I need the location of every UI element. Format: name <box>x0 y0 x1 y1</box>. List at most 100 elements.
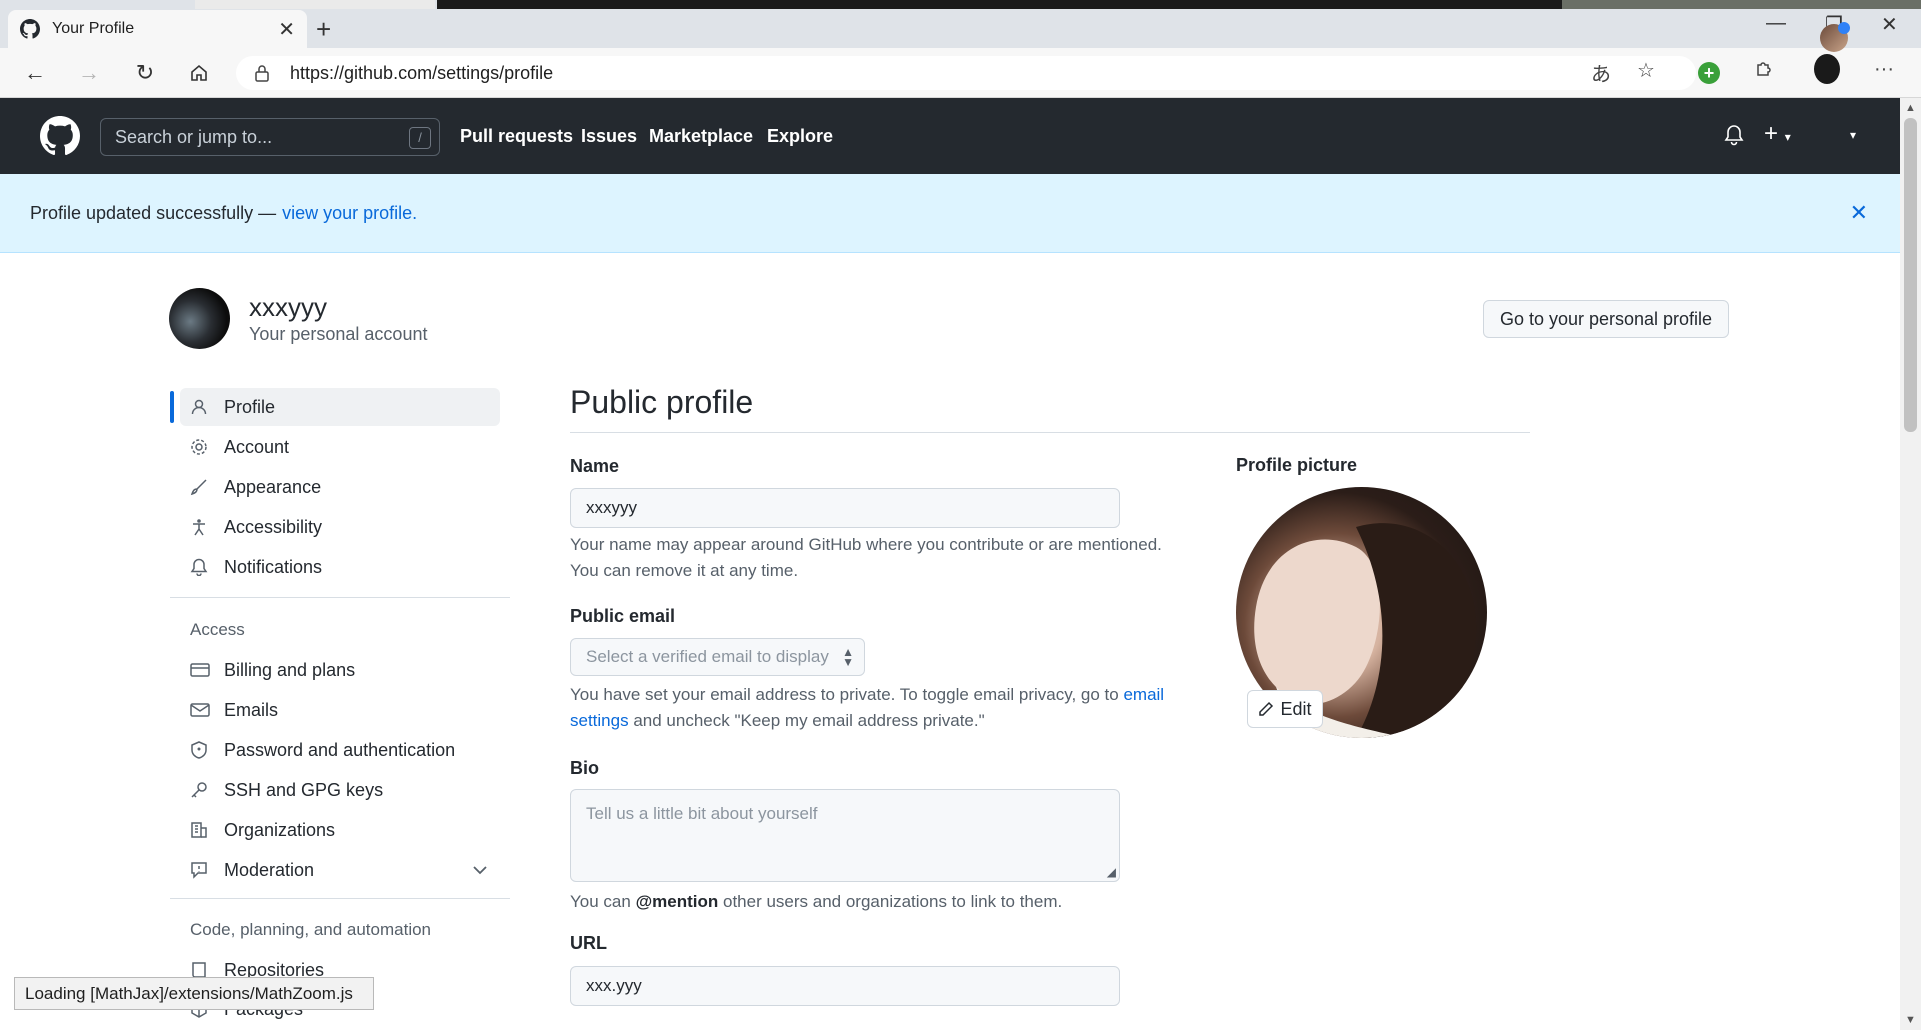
minimize-icon[interactable]: — <box>1766 12 1786 35</box>
name-note-line: You can remove it at any time. <box>570 561 799 580</box>
more-menu-icon[interactable]: ··· <box>1874 58 1894 81</box>
github-favicon-icon <box>20 19 40 39</box>
status-dot <box>1838 22 1850 34</box>
mention-text: @mention <box>635 892 719 911</box>
sidebar-item-password[interactable]: Password and authentication <box>180 731 500 769</box>
public-email-select[interactable]: Select a verified email to display ▲ ▼ <box>570 638 865 676</box>
nav-pull-requests[interactable]: Pull requests <box>460 126 573 147</box>
sidebar-item-profile[interactable]: Profile <box>180 388 500 426</box>
pencil-icon <box>1259 701 1274 716</box>
report-icon <box>190 861 212 879</box>
sidebar-item-appearance[interactable]: Appearance <box>180 468 500 506</box>
name-note-line: Your name may appear around GitHub where… <box>570 535 1162 554</box>
github-search-input[interactable]: Search or jump to... / <box>100 118 440 156</box>
sidebar-item-account[interactable]: Account <box>180 428 500 466</box>
url-field-input[interactable]: xxx.yyy <box>570 966 1120 1006</box>
email-note: You have set your email address to priva… <box>570 682 1190 734</box>
create-new-plus-icon[interactable]: + ▾ <box>1764 120 1791 148</box>
nav-issues[interactable]: Issues <box>581 126 637 147</box>
page-scrollbar[interactable]: ▲ ▼ <box>1900 98 1921 1030</box>
scroll-down-icon[interactable]: ▼ <box>1905 1014 1916 1026</box>
flash-banner: Profile updated successfully — view your… <box>0 174 1900 253</box>
add-extension-icon[interactable]: + <box>1698 62 1720 84</box>
status-popup: Loading [MathJax]/extensions/MathZoom.js <box>14 977 374 1010</box>
flash-close-icon[interactable]: ✕ <box>1850 200 1868 226</box>
new-tab-icon[interactable]: + <box>316 14 331 45</box>
sidebar-item-label: Appearance <box>224 476 322 497</box>
name-note: Your name may appear around GitHub where… <box>570 532 1190 584</box>
page-title: Public profile <box>570 384 754 420</box>
resize-grip-icon[interactable]: ◢ <box>1107 865 1116 879</box>
browser-tabbar: Your Profile ✕ + — ❐ ✕ <box>0 0 1921 48</box>
url-label: URL <box>570 933 607 953</box>
sidebar-item-organizations[interactable]: Organizations <box>180 811 500 849</box>
back-icon[interactable]: ← <box>20 58 50 88</box>
sidebar-item-label: SSH and GPG keys <box>224 779 384 800</box>
email-note-text: and uncheck "Keep my email address priva… <box>633 711 985 730</box>
bio-label: Bio <box>570 758 599 778</box>
lock-icon <box>255 65 269 82</box>
sidebar-item-label: Moderation <box>224 859 315 880</box>
translate-icon[interactable]: あ <box>1591 58 1611 87</box>
nav-explore[interactable]: Explore <box>767 126 833 147</box>
go-to-profile-button[interactable]: Go to your personal profile <box>1483 300 1729 338</box>
tabbar-decoration <box>1562 0 1921 9</box>
scrollbar-thumb[interactable] <box>1904 118 1917 432</box>
select-arrows-icon: ▲ ▼ <box>842 645 854 669</box>
bell-icon <box>190 558 212 576</box>
view-profile-link[interactable]: view your profile. <box>282 203 417 224</box>
bio-note-text: other users and organizations to link to… <box>722 892 1063 911</box>
sidebar-heading-access: Access <box>190 620 245 639</box>
sidebar-item-label: Emails <box>224 699 279 720</box>
edit-picture-button[interactable]: Edit <box>1247 690 1323 728</box>
forward-icon[interactable]: → <box>74 58 104 88</box>
url-field[interactable]: https://github.com/settings/profile <box>236 56 1696 90</box>
browser-addressbar: ← → ↻ https://github.com/settings/profil… <box>0 48 1921 98</box>
github-header: Search or jump to... / Pull requests Iss… <box>0 98 1900 174</box>
sidebar-item-label: Notifications <box>224 556 323 577</box>
person-icon <box>190 398 212 416</box>
account-username: xxxyyy <box>249 292 327 322</box>
sidebar-item-label: Organizations <box>224 819 336 840</box>
sidebar-item-accessibility[interactable]: Accessibility <box>180 508 500 546</box>
favorites-star-icon[interactable]: ☆ <box>1637 58 1655 83</box>
github-logo-icon[interactable] <box>40 116 80 156</box>
browser-profile-icon[interactable] <box>1814 54 1840 84</box>
sidebar-item-notifications[interactable]: Notifications <box>180 548 500 586</box>
sidebar-divider <box>170 898 510 899</box>
account-subtitle: Your personal account <box>249 324 428 344</box>
sidebar-item-ssh-keys[interactable]: SSH and GPG keys <box>180 771 500 809</box>
tab-close-icon[interactable]: ✕ <box>278 17 295 42</box>
credit-card-icon <box>190 662 212 678</box>
reload-icon[interactable]: ↻ <box>130 58 160 88</box>
flash-message: Profile updated successfully — <box>30 202 277 223</box>
tabbar-decoration <box>195 0 435 9</box>
home-icon[interactable] <box>184 58 214 88</box>
sidebar-item-label: Account <box>224 436 290 457</box>
sidebar-item-emails[interactable]: Emails <box>180 691 500 729</box>
public-email-selected: Select a verified email to display <box>586 647 829 666</box>
bio-textarea[interactable]: Tell us a little bit about yourself ◢ <box>570 789 1120 882</box>
scroll-up-icon[interactable]: ▲ <box>1905 102 1916 114</box>
window-close-icon[interactable]: ✕ <box>1881 12 1898 37</box>
sidebar-item-moderation[interactable]: Moderation <box>180 851 500 889</box>
browser-tab[interactable]: Your Profile ✕ <box>8 10 307 48</box>
mail-icon <box>190 702 212 718</box>
account-avatar <box>169 288 230 349</box>
sidebar-item-billing[interactable]: Billing and plans <box>180 651 500 689</box>
name-value: xxxyyy <box>586 498 637 517</box>
name-field[interactable]: xxxyyy <box>570 488 1120 528</box>
organization-icon <box>190 821 212 839</box>
chevron-down-icon[interactable] <box>472 862 488 880</box>
nav-marketplace[interactable]: Marketplace <box>649 126 753 147</box>
notifications-bell-icon[interactable] <box>1724 124 1744 152</box>
public-email-label: Public email <box>570 606 676 626</box>
name-label: Name <box>570 456 620 476</box>
avatar-dropdown-caret-icon[interactable]: ▾ <box>1850 128 1856 142</box>
profile-picture-label: Profile picture <box>1236 455 1358 475</box>
sidebar-heading-code: Code, planning, and automation <box>190 920 432 939</box>
extensions-icon[interactable] <box>1754 58 1774 84</box>
gear-icon <box>190 438 212 456</box>
shield-icon <box>190 741 212 759</box>
sidebar-active-indicator <box>170 391 174 423</box>
